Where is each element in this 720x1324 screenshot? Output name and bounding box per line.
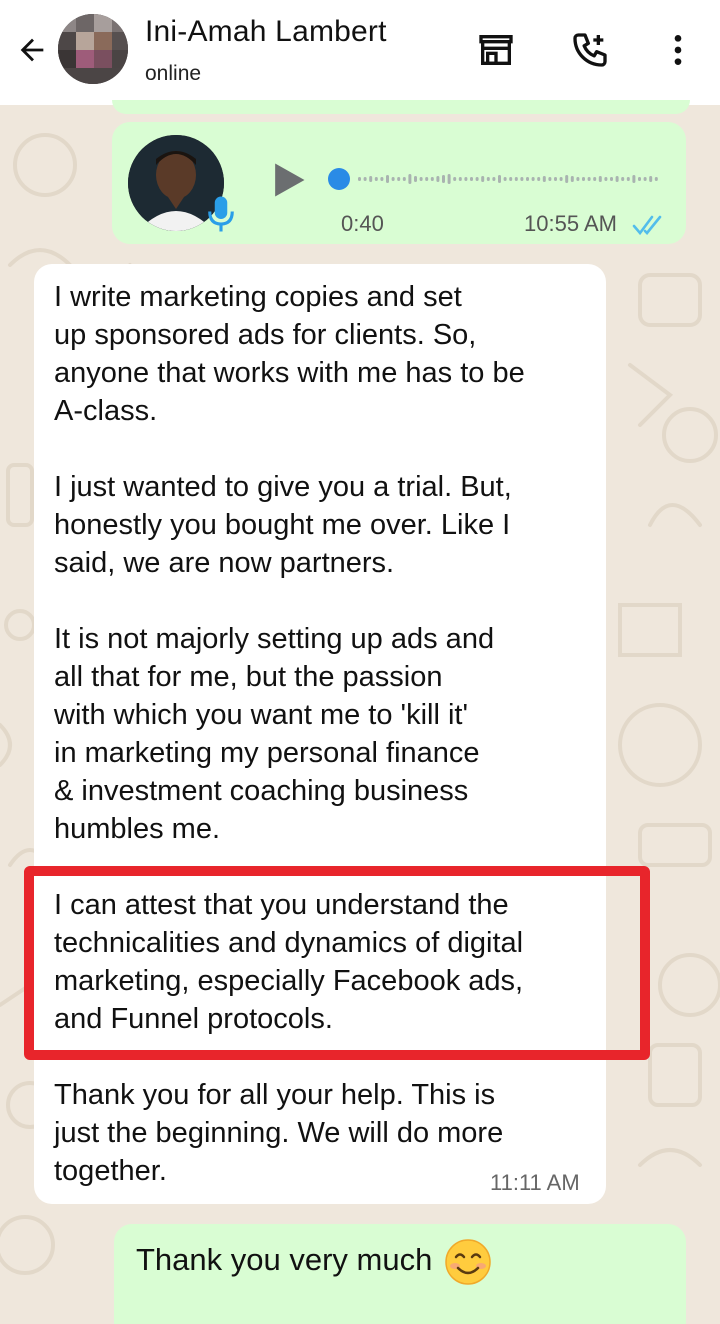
microphone-icon — [206, 194, 236, 234]
add-call-icon[interactable] — [568, 28, 612, 72]
highlighted-message-paragraph: I can attest that you understand the tec… — [54, 889, 524, 1035]
incoming-message-bubble[interactable]: I write marketing copies and set up spon… — [34, 264, 606, 1204]
message-timestamp: 11:11 AM — [490, 1170, 580, 1195]
previous-message-bubble — [112, 100, 690, 114]
shop-icon[interactable] — [474, 28, 518, 72]
more-vert-icon[interactable] — [656, 28, 700, 72]
message-paragraph: I just wanted to give you a trial. But, … — [54, 471, 512, 579]
play-icon[interactable] — [266, 158, 310, 202]
audio-waveform-slider[interactable] — [328, 164, 668, 194]
outgoing-message-bubble[interactable]: Thank you very much — [114, 1224, 686, 1324]
message-paragraph: I write marketing copies and set up spon… — [54, 281, 525, 427]
message-timestamp: 10:55 AM — [524, 211, 617, 236]
voice-note-duration: 0:40 — [341, 211, 384, 236]
contact-avatar[interactable] — [58, 14, 128, 84]
message-paragraph: It is not majorly setting up ads and all… — [54, 623, 495, 845]
read-ticks-icon — [632, 214, 666, 236]
message-paragraph: Thank you for all your help. This is jus… — [54, 1079, 504, 1187]
voice-note-bubble[interactable]: 0:40 10:55 AM — [112, 122, 686, 244]
chat-header: Ini-Amah Lambert online — [0, 0, 720, 105]
contact-status: online — [145, 62, 202, 85]
back-arrow-icon[interactable] — [12, 30, 52, 70]
contact-name[interactable]: Ini-Amah Lambert — [145, 15, 387, 49]
smiling-face-emoji-icon — [444, 1238, 492, 1286]
message-text: Thank you very much — [136, 1242, 433, 1277]
